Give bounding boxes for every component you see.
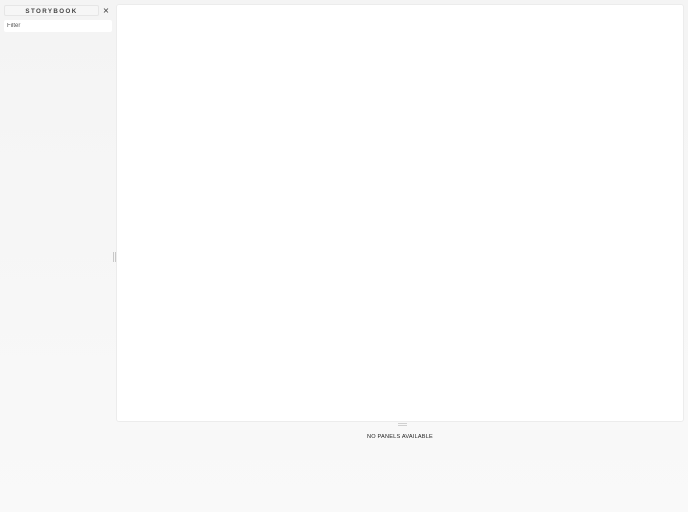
sidebar: STORYBOOK × bbox=[0, 0, 114, 512]
close-icon[interactable]: × bbox=[100, 5, 112, 17]
filter-input[interactable] bbox=[4, 20, 112, 32]
sidebar-resize-handle[interactable] bbox=[113, 252, 116, 262]
addons-empty-message: NO PANELS AVAILABLE bbox=[367, 434, 433, 440]
brand-button[interactable]: STORYBOOK bbox=[4, 5, 99, 16]
storybook-app: STORYBOOK × NO PANELS AVAILABLE bbox=[0, 0, 688, 512]
sidebar-header: STORYBOOK × bbox=[4, 4, 112, 17]
addons-panel-resize-handle[interactable] bbox=[398, 423, 407, 426]
preview-frame[interactable] bbox=[117, 5, 683, 421]
